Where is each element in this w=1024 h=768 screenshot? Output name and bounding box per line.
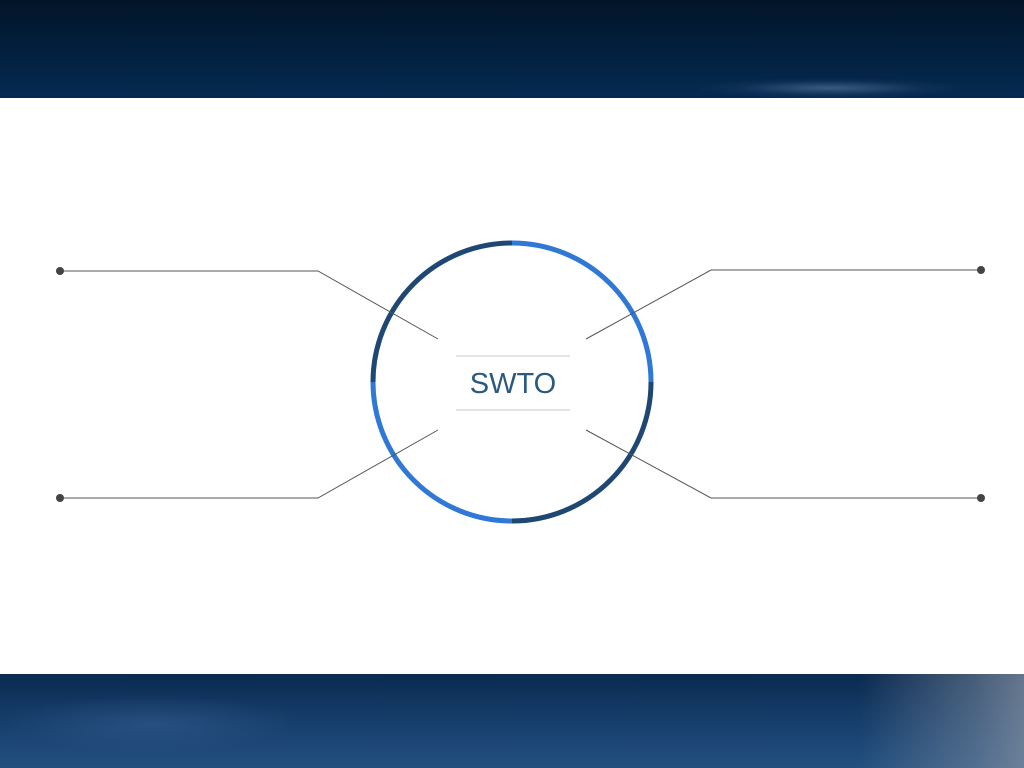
- endpoint-dot-bottom-left: [56, 494, 64, 502]
- endpoint-dot-bottom-right: [977, 494, 985, 502]
- bottom-banner-haze-right: [860, 674, 1024, 768]
- connector-top-right: [585, 266, 985, 340]
- center-label: SWTO: [469, 368, 557, 400]
- endpoint-dot-top-right: [977, 266, 985, 274]
- slide: SWTO: [0, 0, 1024, 768]
- connector-bottom-right: [585, 429, 985, 502]
- ring-segment-top-right: [511, 240, 654, 383]
- connector-top-left: [56, 267, 439, 340]
- connector-bottom-left: [56, 429, 439, 502]
- ring-segment-top-left: [370, 240, 513, 383]
- bottom-banner-haze-left: [0, 694, 300, 754]
- bottom-banner-image: [0, 674, 1024, 768]
- endpoint-dot-top-left: [56, 267, 64, 275]
